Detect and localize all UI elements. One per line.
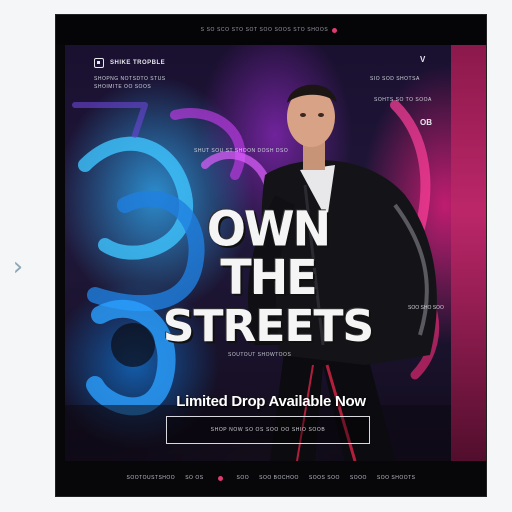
- headline-line-1: OWN THE: [206, 200, 331, 306]
- shop-now-button[interactable]: SHOP NOW SO OS SOO OO SHIO SOOB: [166, 416, 370, 444]
- brand-name: SHIKE TROPBLE: [110, 60, 166, 66]
- headline: OWN THE STREETS: [158, 200, 378, 352]
- footer: SOOTOUSTSHOO SO OS SOO SOO BOCHOO SOOS S…: [56, 470, 486, 486]
- brand-icon: [94, 58, 104, 68]
- footer-item[interactable]: SOOS SOO: [309, 475, 340, 481]
- side-note: SOO SHO SOO: [408, 305, 444, 311]
- headline-line-2: STREETS: [162, 301, 374, 352]
- top-bar-text: S SO SCO STO SOT SOO SOOS STO SHOOS: [200, 27, 329, 33]
- brand-logo[interactable]: SHIKE TROPBLE: [94, 57, 165, 69]
- tag-line: SHUT SOU ST SHOON DOSH DSO: [194, 148, 289, 154]
- shop-now-label: SHOP NOW SO OS SOO OO SHIO SOOB: [210, 427, 326, 433]
- dot-icon: [332, 27, 338, 33]
- footer-item[interactable]: SOO: [237, 475, 250, 481]
- neon-strip: [451, 45, 486, 461]
- footer-item[interactable]: SOOTOUSTSHOO: [127, 475, 176, 481]
- menu-icon[interactable]: V: [420, 55, 425, 64]
- top-bar: S SO SCO STO SOT SOO SOOS STO SHOOS: [56, 15, 486, 45]
- sub-line-2: SHOIMITE OO SOOS: [94, 84, 152, 90]
- footer-item[interactable]: SOOO: [350, 475, 367, 481]
- poster: S SO SCO STO SOT SOO SOOS STO SHOOS SHIK…: [56, 15, 486, 496]
- right-line-2: SOHTS SO TO SOOA: [374, 97, 432, 103]
- next-arrow-icon[interactable]: ›: [6, 252, 30, 282]
- small-tag: SOUTOUT SHOWTOOS: [228, 352, 292, 358]
- cart-icon[interactable]: OB: [420, 118, 432, 127]
- footer-item[interactable]: SOO SHOOTS: [377, 475, 416, 481]
- footer-item[interactable]: SO OS: [185, 475, 203, 481]
- sub-line-1: SHOPNG NOTSDTO STUS: [94, 76, 166, 82]
- dot-icon: [217, 475, 223, 481]
- right-line-1: SIO SOD SHOTSA: [370, 76, 420, 82]
- footer-item[interactable]: SOO BOCHOO: [259, 475, 299, 481]
- cta-text: Limited Drop Available Now: [176, 393, 366, 410]
